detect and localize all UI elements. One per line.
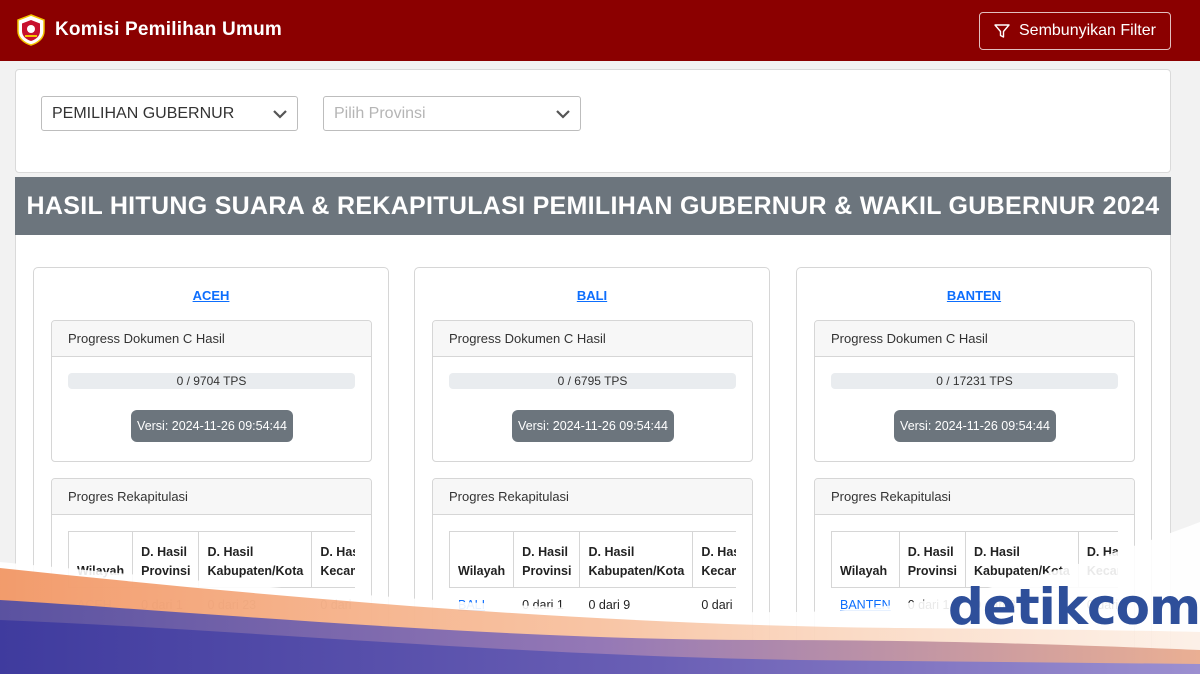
table-cell: 0 dari 9	[588, 598, 631, 612]
filter-panel: PEMILIHAN GUBERNUR Pilih Provinsi	[15, 69, 1171, 173]
region-link[interactable]: ACEH	[69, 588, 133, 623]
progress-card: Progress Dokumen C Hasil 0 / 17231 TPS V…	[814, 320, 1135, 462]
chevron-down-icon	[273, 110, 287, 119]
kpu-logo-icon	[17, 14, 45, 46]
election-type-select[interactable]: PEMILIHAN GUBERNUR	[41, 96, 298, 131]
column-header: Wilayah	[831, 531, 900, 588]
recap-card-title: Progres Rekapitulasi	[815, 479, 1134, 515]
progress-bar: 0 / 9704 TPS	[68, 373, 355, 389]
filter-icon	[994, 24, 1010, 38]
region-link[interactable]: BANTEN	[832, 588, 900, 623]
recap-card: Progres Rekapitulasi Wilayah D. Hasil Pro…	[814, 478, 1135, 674]
table-cell: 0 dari 1	[141, 598, 183, 612]
recap-table: Wilayah D. Hasil Provinsi D. Hasil Kabupat…	[68, 531, 355, 622]
table-cell: 0 dari	[320, 598, 352, 612]
province-card-aceh: ACEH Progress Dokumen C Hasil 0 / 9704 T…	[33, 267, 389, 674]
column-header: D. Hasil Provinsi	[132, 531, 200, 588]
table-row: ACEH 0 dari 1 0 dari 23 0 dari	[69, 588, 356, 623]
progress-card: Progress Dokumen C Hasil 0 / 6795 TPS Ve…	[432, 320, 753, 462]
column-header: D. Hasil Kabupaten/Kota	[198, 531, 313, 588]
progress-bar-text: 0 / 9704 TPS	[176, 374, 247, 388]
detikcom-watermark-logo: detikcom	[948, 578, 1200, 636]
recap-table-wrapper[interactable]: Wilayah D. Hasil Provinsi D. Hasil Kabupat…	[68, 531, 355, 671]
recap-table: Wilayah D. Hasil Provinsi D. Hasil Kabupat…	[449, 531, 736, 622]
recap-card: Progres Rekapitulasi Wilayah D. Hasil Pro…	[432, 478, 753, 674]
progress-bar: 0 / 6795 TPS	[449, 373, 736, 389]
province-placeholder: Pilih Provinsi	[334, 104, 426, 122]
table-cell: 0 dari 1	[522, 598, 564, 612]
brand-title[interactable]: Komisi Pemilihan Umum	[55, 19, 282, 41]
province-link[interactable]: BANTEN	[797, 288, 1151, 303]
column-header: D. HasilKecamatan	[311, 531, 355, 588]
progress-card: Progress Dokumen C Hasil 0 / 9704 TPS Ve…	[51, 320, 372, 462]
province-select[interactable]: Pilih Provinsi	[323, 96, 581, 131]
recap-card: Progres Rekapitulasi Wilayah D. Hasil Pro…	[51, 478, 372, 674]
progress-bar-text: 0 / 17231 TPS	[936, 374, 1013, 388]
election-type-value: PEMILIHAN GUBERNUR	[52, 104, 235, 122]
version-badge: Versi: 2024-11-26 09:54:44	[131, 410, 293, 442]
province-link[interactable]: BALI	[415, 288, 769, 303]
column-header: Wilayah	[449, 531, 515, 588]
column-header: Wilayah	[68, 531, 134, 588]
version-badge: Versi: 2024-11-26 09:54:44	[894, 410, 1056, 442]
progress-bar: 0 / 17231 TPS	[831, 373, 1118, 389]
hide-filter-button[interactable]: Sembunyikan Filter	[979, 12, 1171, 50]
region-link[interactable]: BALI	[450, 588, 514, 623]
top-navbar: Komisi Pemilihan Umum Sembunyikan Filter	[0, 0, 1200, 61]
hide-filter-label: Sembunyikan Filter	[1019, 22, 1156, 39]
column-header: D. Hasil Kabupaten/Kota	[579, 531, 694, 588]
chevron-down-icon	[556, 110, 570, 119]
recap-card-title: Progres Rekapitulasi	[433, 479, 752, 515]
progress-card-title: Progress Dokumen C Hasil	[52, 321, 371, 357]
table-cell: 0 dari 23	[207, 598, 257, 612]
province-link[interactable]: ACEH	[34, 288, 388, 303]
progress-card-title: Progress Dokumen C Hasil	[815, 321, 1134, 357]
progress-card-title: Progress Dokumen C Hasil	[433, 321, 752, 357]
column-header: D. Hasil Provinsi	[513, 531, 581, 588]
version-badge: Versi: 2024-11-26 09:54:44	[512, 410, 674, 442]
province-card-bali: BALI Progress Dokumen C Hasil 0 / 6795 T…	[414, 267, 770, 674]
progress-bar-text: 0 / 6795 TPS	[557, 374, 628, 388]
recap-table-wrapper[interactable]: Wilayah D. Hasil Provinsi D. Hasil Kabupat…	[449, 531, 736, 671]
table-cell: 0 dari	[701, 598, 733, 612]
recap-card-title: Progres Rekapitulasi	[52, 479, 371, 515]
table-header-row: Wilayah D. Hasil Provinsi D. Hasil Kabupat…	[449, 531, 736, 588]
results-title-banner: HASIL HITUNG SUARA & REKAPITULASI PEMILI…	[15, 177, 1171, 235]
table-header-row: Wilayah D. Hasil Provinsi D. Hasil Kabupat…	[68, 531, 355, 588]
table-row: BALI 0 dari 1 0 dari 9 0 dari	[450, 588, 737, 623]
column-header: D. HasilKecamatan	[692, 531, 736, 588]
